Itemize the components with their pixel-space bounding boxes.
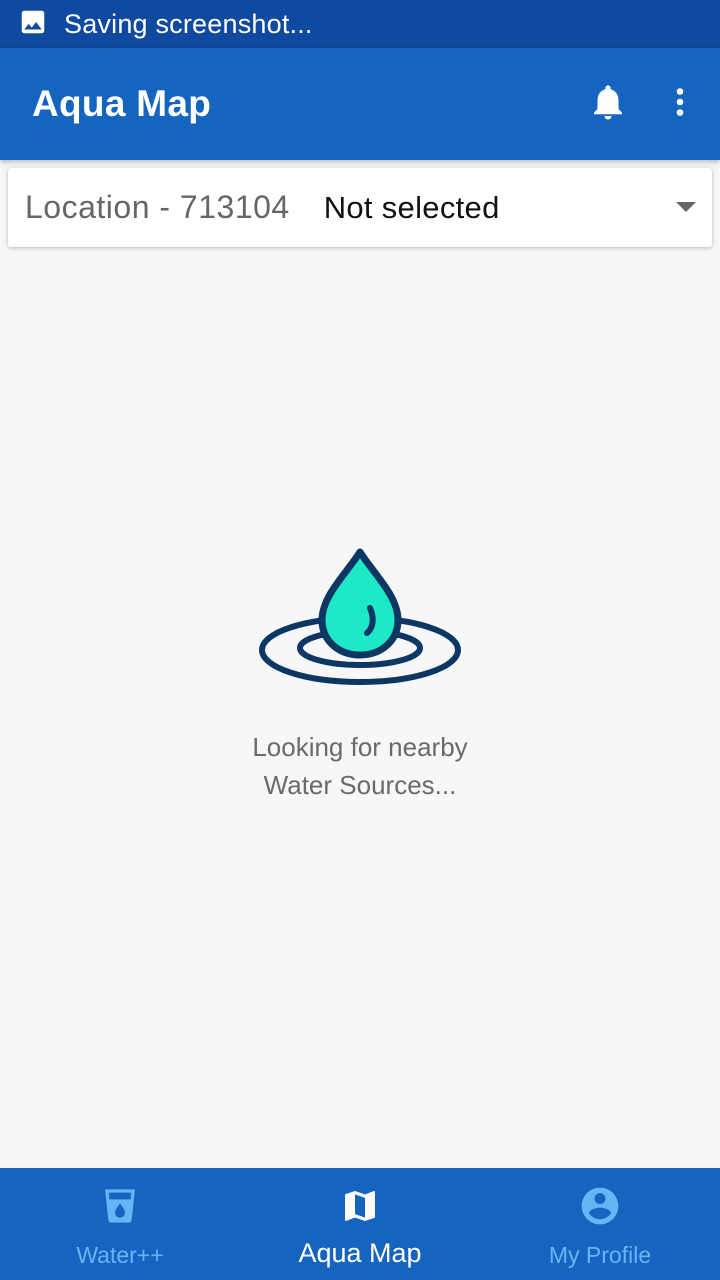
dropdown-arrow-icon[interactable]: [676, 202, 696, 212]
app-bar: Aqua Map: [0, 48, 720, 160]
status-text: Saving screenshot...: [64, 8, 313, 39]
account-circle-icon: [578, 1184, 622, 1228]
location-selector[interactable]: Location - 713104 Not selected: [8, 168, 712, 247]
nav-label-my-profile: My Profile: [548, 1242, 652, 1268]
more-options-button[interactable]: [662, 74, 698, 134]
location-label: Location - 713104: [25, 189, 290, 225]
loading-message-line-1: Looking for nearby: [252, 732, 468, 762]
location-selected-value[interactable]: Not selected: [324, 190, 500, 226]
loading-state: Looking for nearby Water Sources...: [0, 540, 720, 804]
status-bar: Saving screenshot...: [0, 0, 720, 48]
water-glass-icon: [98, 1184, 142, 1228]
app-title: Aqua Map: [32, 83, 212, 124]
bottom-navigation: Water++ Aqua Map My Profile: [0, 1168, 720, 1280]
nav-item-my-profile[interactable]: My Profile: [480, 1168, 720, 1280]
nav-item-aqua-map[interactable]: Aqua Map: [240, 1168, 480, 1280]
image-icon: [18, 7, 48, 42]
map-icon: [338, 1184, 382, 1228]
app-bar-actions: [578, 48, 698, 160]
bell-icon: [587, 81, 629, 128]
nav-label-aqua-map: Aqua Map: [298, 1238, 422, 1268]
loading-message-line-2: Water Sources...: [263, 770, 457, 800]
nav-item-water-plus[interactable]: Water++: [0, 1168, 240, 1280]
notifications-button[interactable]: [578, 74, 638, 134]
more-vert-icon: [662, 81, 698, 128]
nav-label-water-plus: Water++: [76, 1242, 164, 1268]
water-drop-ripple-icon: [258, 540, 462, 690]
loading-message: Looking for nearby Water Sources...: [180, 728, 540, 804]
